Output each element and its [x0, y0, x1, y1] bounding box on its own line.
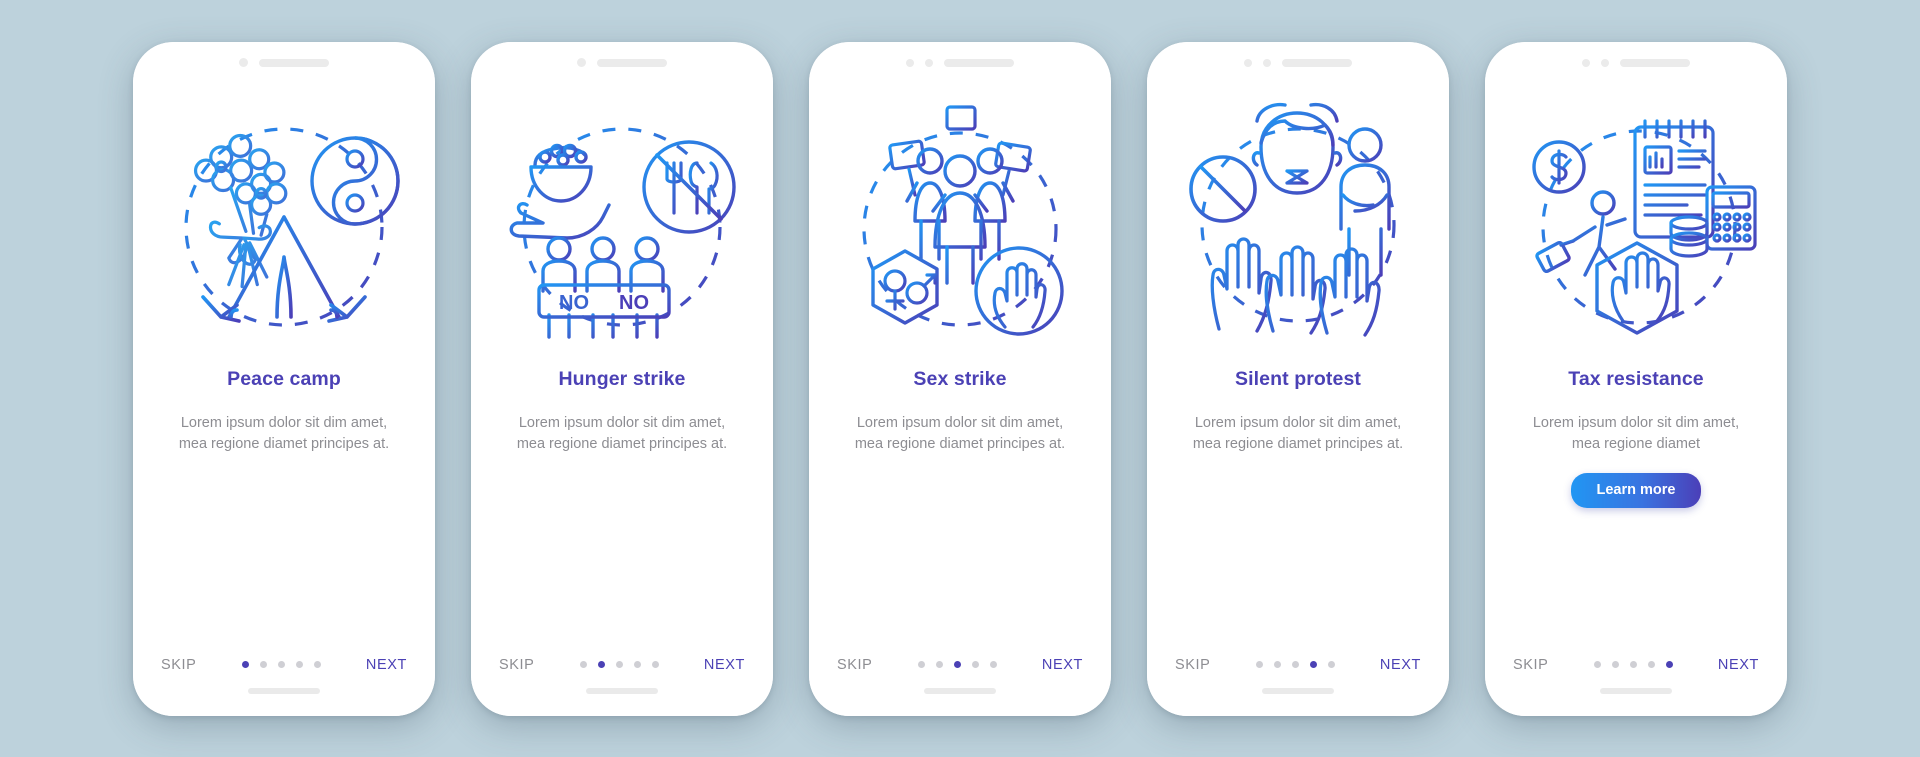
screen-nav-footer: SKIP NEXT [471, 648, 773, 682]
speaker-grille-icon [259, 58, 329, 67]
pagination-dot[interactable] [989, 661, 997, 668]
home-indicator [248, 687, 320, 694]
camera-icon [1582, 58, 1590, 67]
screen-nav-footer: SKIP NEXT [133, 648, 435, 682]
sensor-icon [1263, 58, 1271, 67]
pagination-dot[interactable] [295, 661, 303, 668]
sensor-icon [925, 58, 933, 67]
pagination-dots [241, 661, 321, 668]
screen-nav-footer: SKIP NEXT [1147, 648, 1449, 682]
pagination-dot[interactable] [651, 661, 659, 668]
screen-content: Peace camp Lorem ipsum dolor sit dim ame… [133, 364, 435, 648]
pagination-dot[interactable] [1629, 661, 1637, 668]
pagination-dot[interactable] [277, 661, 285, 668]
screen-content: Silent protest Lorem ipsum dolor sit dim… [1147, 364, 1449, 648]
next-button[interactable]: NEXT [366, 657, 407, 673]
skip-button[interactable]: SKIP [499, 657, 534, 673]
pagination-dot[interactable] [1611, 661, 1619, 668]
screen-title: Hunger strike [558, 367, 686, 390]
pagination-dot[interactable] [917, 661, 925, 668]
screen-content: Sex strike Lorem ipsum dolor sit dim ame… [809, 364, 1111, 648]
pagination-dot[interactable] [1273, 661, 1281, 668]
screen-title: Tax resistance [1568, 367, 1704, 390]
screen-title: Silent protest [1235, 367, 1361, 390]
speaker-grille-icon [597, 58, 667, 67]
phone-top-bar [1147, 42, 1449, 84]
pagination-dot[interactable] [615, 661, 623, 668]
screen-content: Hunger strike Lorem ipsum dolor sit dim … [471, 364, 773, 648]
pagination-dot[interactable] [953, 661, 961, 668]
illustration-peace-camp [133, 84, 435, 364]
screen-description: Lorem ipsum dolor sit dim amet, mea regi… [1192, 414, 1404, 452]
pagination-dot[interactable] [1309, 661, 1317, 668]
pagination-dot[interactable] [313, 661, 321, 668]
screen-nav-footer: SKIP NEXT [1485, 648, 1787, 682]
camera-icon [239, 58, 248, 67]
phone-screen-peace-camp: Peace camp Lorem ipsum dolor sit dim ame… [133, 41, 435, 716]
screen-description: Lorem ipsum dolor sit dim amet, mea regi… [516, 414, 728, 452]
screen-content: Tax resistance Lorem ipsum dolor sit dim… [1485, 364, 1787, 648]
pagination-dot[interactable] [597, 661, 605, 668]
next-button[interactable]: NEXT [1718, 657, 1759, 673]
pagination-dot[interactable] [1665, 661, 1673, 668]
learn-more-button[interactable]: Learn more [1570, 472, 1702, 508]
speaker-grille-icon [944, 58, 1014, 67]
pagination-dot[interactable] [1593, 661, 1601, 668]
speaker-grille-icon [1282, 58, 1352, 67]
pagination-dot[interactable] [579, 661, 587, 668]
skip-button[interactable]: SKIP [1513, 657, 1548, 673]
home-indicator [924, 687, 996, 694]
next-button[interactable]: NEXT [1380, 657, 1421, 673]
screen-nav-footer: SKIP NEXT [809, 648, 1111, 682]
pagination-dot[interactable] [1647, 661, 1655, 668]
phone-top-bar [1485, 42, 1787, 84]
pagination-dot[interactable] [241, 661, 249, 668]
pagination-dots [917, 661, 997, 668]
skip-button[interactable]: SKIP [837, 657, 872, 673]
screen-title: Peace camp [227, 367, 341, 390]
screen-description: Lorem ipsum dolor sit dim amet, mea regi… [178, 414, 390, 452]
skip-button[interactable]: SKIP [1175, 657, 1210, 673]
illustration-tax-resistance [1485, 84, 1787, 364]
camera-icon [1244, 58, 1252, 67]
onboarding-screens-stage: Peace camp Lorem ipsum dolor sit dim ame… [0, 0, 1920, 757]
banner-label-left: NO [559, 292, 589, 314]
illustration-hunger-strike: NO NO [471, 84, 773, 364]
pagination-dots [579, 661, 659, 668]
pagination-dot[interactable] [935, 661, 943, 668]
skip-button[interactable]: SKIP [161, 657, 196, 673]
speaker-grille-icon [1620, 58, 1690, 67]
sensor-icon [1601, 58, 1609, 67]
phone-screen-tax-resistance: Tax resistance Lorem ipsum dolor sit dim… [1485, 41, 1787, 716]
banner-label-right: NO [619, 292, 649, 314]
pagination-dot[interactable] [633, 661, 641, 668]
pagination-dot[interactable] [1327, 661, 1335, 668]
screen-description: Lorem ipsum dolor sit dim amet, mea regi… [854, 414, 1066, 452]
camera-icon [577, 58, 586, 67]
next-button[interactable]: NEXT [704, 657, 745, 673]
camera-icon [906, 58, 914, 67]
pagination-dot[interactable] [259, 661, 267, 668]
home-indicator [586, 687, 658, 694]
phone-top-bar [471, 42, 773, 84]
phone-top-bar [133, 42, 435, 84]
pagination-dots [1593, 661, 1673, 668]
pagination-dot[interactable] [1291, 661, 1299, 668]
next-button[interactable]: NEXT [1042, 657, 1083, 673]
illustration-sex-strike [809, 84, 1111, 364]
home-indicator [1262, 687, 1334, 694]
illustration-silent-protest [1147, 84, 1449, 364]
phone-screen-silent-protest: Silent protest Lorem ipsum dolor sit dim… [1147, 41, 1449, 716]
phone-screen-sex-strike: Sex strike Lorem ipsum dolor sit dim ame… [809, 41, 1111, 716]
pagination-dot[interactable] [971, 661, 979, 668]
pagination-dots [1255, 661, 1335, 668]
home-indicator [1600, 687, 1672, 694]
screen-title: Sex strike [913, 367, 1007, 390]
screen-description: Lorem ipsum dolor sit dim amet, mea regi… [1532, 414, 1740, 452]
phone-top-bar [809, 42, 1111, 84]
phone-screen-hunger-strike: NO NO Hunger strike Lorem ipsum dolor si… [471, 41, 773, 716]
pagination-dot[interactable] [1255, 661, 1263, 668]
